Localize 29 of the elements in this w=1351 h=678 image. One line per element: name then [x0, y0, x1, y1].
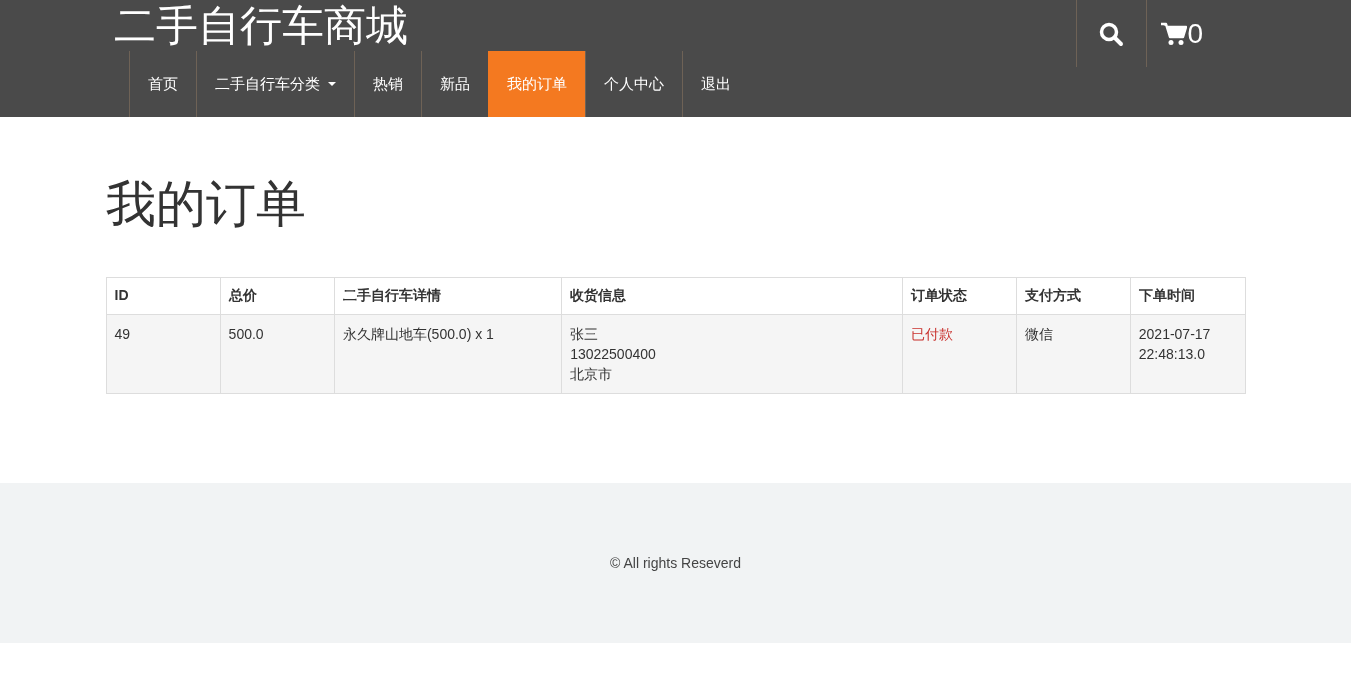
table-cell: 49	[106, 314, 221, 394]
column-header: 总价	[220, 277, 335, 315]
table-cell: 500.0	[220, 314, 335, 394]
site-logo[interactable]: 二手自行车商城	[113, 0, 749, 51]
shipping-line: 13022500400	[570, 345, 657, 364]
column-header: 订单状态	[902, 277, 1017, 315]
column-header: 支付方式	[1016, 277, 1131, 315]
copyright-text: © All rights Reseverd	[610, 555, 741, 571]
table-cell: 微信	[1016, 314, 1131, 394]
nav-link[interactable]: 退出	[681, 51, 749, 117]
category-dropdown[interactable]: 二手自行车分类	[195, 51, 354, 117]
nav-link[interactable]: 新品	[420, 51, 488, 117]
order-status: 已付款	[902, 314, 1017, 394]
nav-link[interactable]: 首页	[128, 51, 196, 117]
table-cell: 2021-07-17 22:48:13.0	[1130, 314, 1245, 394]
column-header: 收货信息	[561, 277, 903, 315]
search-icon	[1098, 20, 1124, 47]
column-header: ID	[106, 277, 221, 315]
column-header: 二手自行车详情	[334, 277, 562, 315]
shipping-line: 张三	[570, 325, 600, 344]
cart-button[interactable]: 0	[1145, 0, 1266, 67]
cart-icon	[1160, 21, 1187, 46]
nav-link[interactable]: 热销	[353, 51, 421, 117]
table-cell: 永久牌山地车(500.0) x 1	[334, 314, 562, 394]
caret-icon	[327, 82, 336, 86]
shipping-line: 北京市	[570, 365, 614, 384]
nav-link[interactable]: 个人中心	[584, 51, 682, 117]
page-title: 我的订单	[105, 179, 307, 229]
column-header: 下单时间	[1130, 277, 1245, 315]
